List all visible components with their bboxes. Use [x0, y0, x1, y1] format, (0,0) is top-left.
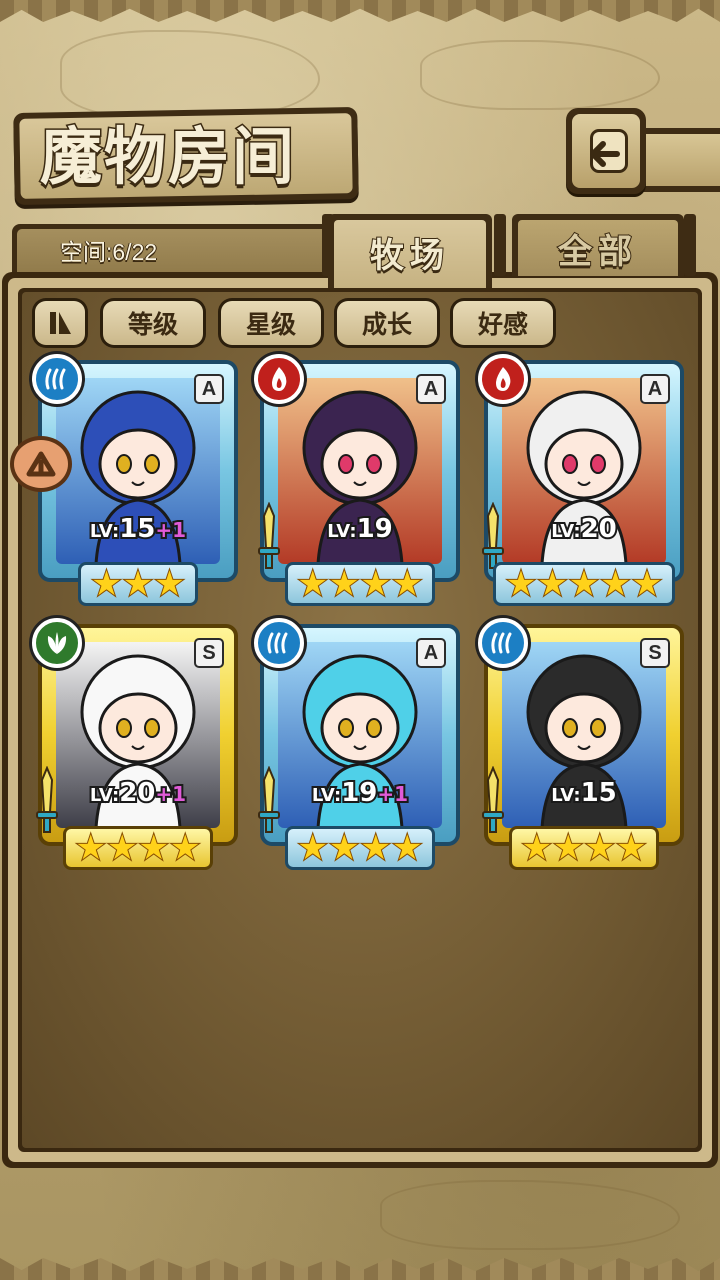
- monster-card[interactable]: A LV:15+1 ★ ★ ★: [32, 354, 238, 606]
- level-bonus: +1: [153, 780, 188, 808]
- star-rating: ★ ★ ★ ★: [38, 826, 238, 870]
- arrow-marker-icon: [26, 451, 56, 477]
- filter-affection-label: 好感: [477, 311, 528, 339]
- level-bonus: +1: [375, 780, 410, 808]
- level-prefix: LV:: [325, 519, 358, 544]
- monster-card[interactable]: A LV:20 ★ ★ ★ ★ ★: [478, 354, 684, 606]
- tab-ranch-label: 牧场: [369, 235, 450, 277]
- monster-card[interactable]: A LV:19+1 ★ ★ ★ ★: [254, 618, 460, 870]
- star-icon: ★: [521, 828, 554, 868]
- star-icon: ★: [359, 564, 392, 604]
- level-label: LV:20+1: [42, 776, 234, 810]
- level-value: 15: [117, 512, 157, 546]
- star-icon: ★: [359, 828, 392, 868]
- water-element-icon: [478, 618, 528, 668]
- level-value: 19: [355, 512, 395, 546]
- back-button[interactable]: [566, 108, 646, 194]
- level-value: 15: [579, 776, 619, 810]
- tab-all[interactable]: 全部: [512, 214, 684, 276]
- rank-badge: S: [194, 638, 224, 668]
- tab-ranch[interactable]: 牧场: [328, 214, 492, 288]
- fire-element-icon: [478, 354, 528, 404]
- level-prefix: LV:: [88, 783, 121, 808]
- filter-star-label: 星级: [245, 311, 296, 339]
- star-icon: ★: [568, 564, 601, 604]
- level-prefix: LV:: [549, 519, 582, 544]
- level-label: LV:20: [488, 512, 680, 546]
- star-icon: ★: [599, 564, 632, 604]
- water-element-icon: [254, 618, 304, 668]
- star-icon: ★: [169, 828, 202, 868]
- fire-element-icon: [254, 354, 304, 404]
- back-arrow-icon: [590, 129, 628, 173]
- star-plate: ★ ★ ★ ★: [284, 562, 436, 606]
- grass-element-icon: [32, 618, 82, 668]
- level-bonus: +1: [153, 516, 188, 544]
- page-title: 魔物房间: [39, 119, 297, 195]
- filter-star-button[interactable]: 星级: [218, 298, 324, 348]
- star-plate: ★ ★ ★ ★: [284, 826, 436, 870]
- level-label: LV:19: [264, 512, 456, 546]
- star-icon: ★: [75, 828, 108, 868]
- space-count: 空间:6/22: [60, 239, 158, 265]
- rank-badge: S: [640, 638, 670, 668]
- star-plate: ★ ★ ★ ★ ★: [492, 562, 676, 606]
- star-icon: ★: [391, 828, 424, 868]
- filter-affection-button[interactable]: 好感: [450, 298, 556, 348]
- star-icon: ★: [90, 564, 123, 604]
- level-prefix: LV:: [88, 519, 121, 544]
- star-rating: ★ ★ ★ ★: [260, 562, 460, 606]
- monster-card[interactable]: S LV:20+1 ★ ★ ★ ★: [32, 618, 238, 870]
- star-icon: ★: [137, 828, 170, 868]
- star-plate: ★ ★ ★: [78, 562, 198, 606]
- play-pause-icon: [50, 312, 71, 334]
- water-element-icon: [32, 354, 82, 404]
- rank-badge: A: [640, 374, 670, 404]
- star-rating: ★ ★ ★ ★: [484, 826, 684, 870]
- star-plate: ★ ★ ★ ★: [508, 826, 660, 870]
- level-label: LV:15: [488, 776, 680, 810]
- team-marker-icon[interactable]: [10, 436, 72, 492]
- star-plate: ★ ★ ★ ★: [62, 826, 214, 870]
- level-label: LV:15+1: [42, 512, 234, 546]
- star-icon: ★: [583, 828, 616, 868]
- star-icon: ★: [106, 828, 139, 868]
- star-icon: ★: [328, 828, 361, 868]
- star-icon: ★: [122, 564, 155, 604]
- level-value: 20: [579, 512, 619, 546]
- level-label: LV:19+1: [264, 776, 456, 810]
- filter-growth-button[interactable]: 成长: [334, 298, 440, 348]
- rank-badge: A: [194, 374, 224, 404]
- star-icon: ★: [505, 564, 538, 604]
- filter-growth-label: 成长: [361, 311, 412, 339]
- star-rating: ★ ★ ★: [38, 562, 238, 606]
- level-prefix: LV:: [549, 783, 582, 808]
- star-icon: ★: [297, 564, 330, 604]
- filter-level-button[interactable]: 等级: [100, 298, 206, 348]
- level-value: 19: [339, 776, 379, 810]
- tab-post: [684, 214, 696, 276]
- star-icon: ★: [328, 564, 361, 604]
- rank-badge: A: [416, 638, 446, 668]
- level-prefix: LV:: [310, 783, 343, 808]
- star-icon: ★: [552, 828, 585, 868]
- rank-badge: A: [416, 374, 446, 404]
- tab-post: [494, 214, 506, 276]
- star-icon: ★: [615, 828, 648, 868]
- star-icon: ★: [391, 564, 424, 604]
- star-icon: ★: [536, 564, 569, 604]
- star-rating: ★ ★ ★ ★: [260, 826, 460, 870]
- star-rating: ★ ★ ★ ★ ★: [484, 562, 684, 606]
- star-icon: ★: [153, 564, 186, 604]
- monster-card[interactable]: S LV:15 ★ ★ ★ ★: [478, 618, 684, 870]
- star-icon: ★: [631, 564, 664, 604]
- tab-all-label: 全部: [557, 231, 638, 273]
- level-value: 20: [117, 776, 157, 810]
- star-icon: ★: [297, 828, 330, 868]
- filter-level-label: 等级: [127, 311, 178, 339]
- monster-card[interactable]: A LV:19 ★ ★ ★ ★: [254, 354, 460, 606]
- order-toggle-button[interactable]: [32, 298, 88, 348]
